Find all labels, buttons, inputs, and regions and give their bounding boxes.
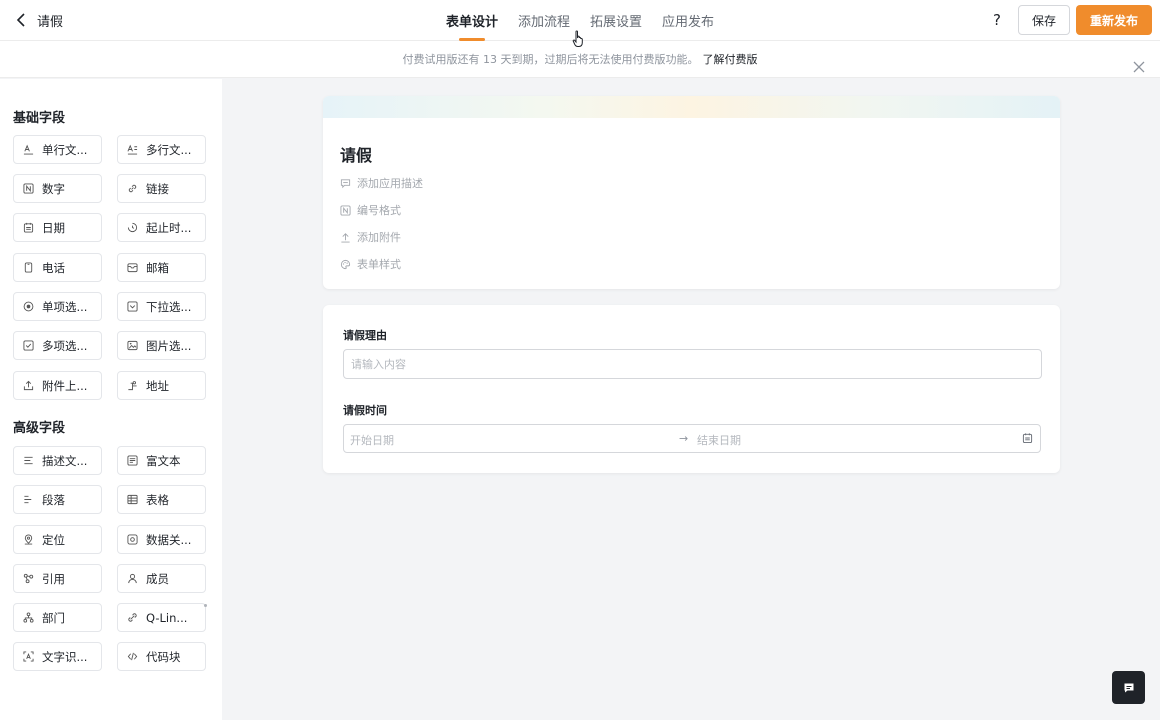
address-icon xyxy=(127,380,138,391)
field-description-text[interactable]: 描述文... xyxy=(13,446,102,475)
location-icon xyxy=(23,534,34,545)
field-table[interactable]: 表格 xyxy=(117,485,206,514)
form-style[interactable]: 表单样式 xyxy=(340,256,401,272)
mail-icon xyxy=(127,262,138,273)
field-multiple-choice[interactable]: 多项选... xyxy=(13,331,102,360)
chevron-left-icon xyxy=(16,13,25,27)
field-palette: 基础字段 单行文... 多行文... 数字 链接 日期 起止时... 电话 邮箱… xyxy=(0,79,222,720)
field-dropdown[interactable]: 下拉选... xyxy=(117,292,206,321)
help-button[interactable]: ? xyxy=(986,9,1008,31)
field-date[interactable]: 日期 xyxy=(13,213,102,242)
close-icon xyxy=(1133,61,1145,73)
field-reference[interactable]: 引用 xyxy=(13,564,102,593)
add-app-description[interactable]: 添加应用描述 xyxy=(340,175,423,191)
field-link[interactable]: 链接 xyxy=(117,174,206,203)
mouse-cursor xyxy=(572,30,586,52)
form-title[interactable]: 请假 xyxy=(340,142,372,166)
field-ocr[interactable]: 文字识... xyxy=(13,642,102,671)
palette-icon xyxy=(340,259,351,270)
leave-reason-input[interactable] xyxy=(343,349,1042,379)
field-email[interactable]: 邮箱 xyxy=(117,253,206,282)
leave-reason-label[interactable]: 请假理由 xyxy=(343,327,387,343)
tab-app-publish[interactable]: 应用发布 xyxy=(652,0,724,41)
field-code-block[interactable]: 代码块 xyxy=(117,642,206,671)
end-date-placeholder[interactable]: 结束日期 xyxy=(697,432,741,448)
description-icon xyxy=(23,455,34,466)
radio-icon xyxy=(23,301,34,312)
ocr-icon xyxy=(23,651,34,662)
field-member[interactable]: 成员 xyxy=(117,564,206,593)
field-department[interactable]: 部门 xyxy=(13,603,102,632)
basic-fields-title: 基础字段 xyxy=(13,111,66,126)
header-gradient-band xyxy=(323,96,1060,118)
field-multi-line-text[interactable]: 多行文... xyxy=(117,135,206,164)
reference-icon xyxy=(23,573,34,584)
tab-form-design[interactable]: 表单设计 xyxy=(436,0,508,41)
dropdown-icon xyxy=(127,301,138,312)
hand-pointer-icon xyxy=(572,30,583,47)
learn-paid-link[interactable]: 了解付费版 xyxy=(703,53,758,66)
image-icon xyxy=(127,340,138,351)
banner-text: 付费试用版还有 13 天到期，过期后将无法使用付费版功能。 xyxy=(402,53,699,66)
form-fields-card: 请假理由 请假时间 开始日期 → 结束日期 xyxy=(323,305,1060,473)
add-attachment[interactable]: 添加附件 xyxy=(340,229,401,245)
tab-extension-settings[interactable]: 拓展设置 xyxy=(580,0,652,41)
field-paragraph[interactable]: 段落 xyxy=(13,485,102,514)
paragraph-icon xyxy=(23,494,34,505)
qlink-icon xyxy=(127,612,138,623)
advanced-fields-title: 高级字段 xyxy=(13,421,66,436)
field-data-relation[interactable]: 数据关... xyxy=(117,525,206,554)
range-arrow: → xyxy=(679,432,689,445)
tab-add-process[interactable]: 添加流程 xyxy=(508,0,580,41)
comment-icon xyxy=(340,178,351,189)
back-button[interactable] xyxy=(10,8,32,32)
code-icon xyxy=(127,651,138,662)
field-attachment-upload[interactable]: 附件上... xyxy=(13,371,102,400)
banner-close-button[interactable] xyxy=(1132,52,1146,73)
multiline-text-icon xyxy=(127,144,138,155)
field-image-choice[interactable]: 图片选... xyxy=(117,331,206,360)
field-location[interactable]: 定位 xyxy=(13,525,102,554)
attachment-upload-icon xyxy=(340,232,351,243)
field-phone[interactable]: 电话 xyxy=(13,253,102,282)
republish-button[interactable]: 重新发布 xyxy=(1076,5,1152,35)
text-icon xyxy=(23,144,34,155)
form-header-card[interactable]: 请假 添加应用描述 编号格式 添加附件 表单样式 xyxy=(323,96,1060,289)
checkbox-icon xyxy=(23,340,34,351)
link-icon xyxy=(127,183,138,194)
leave-time-range-picker[interactable]: 开始日期 → 结束日期 xyxy=(343,424,1041,453)
field-address[interactable]: 地址 xyxy=(117,371,206,400)
field-time-range[interactable]: 起止时... xyxy=(117,213,206,242)
save-button[interactable]: 保存 xyxy=(1018,5,1070,35)
upload-icon xyxy=(23,380,34,391)
chat-bubble-icon xyxy=(1124,683,1133,692)
start-date-placeholder[interactable]: 开始日期 xyxy=(350,432,394,448)
field-rich-text[interactable]: 富文本 xyxy=(117,446,206,475)
field-q-linker[interactable]: Q-Lin... xyxy=(117,603,206,632)
member-icon xyxy=(127,573,138,584)
department-icon xyxy=(23,612,34,623)
calendar-icon xyxy=(23,222,34,233)
calendar-icon[interactable] xyxy=(1022,432,1033,447)
field-number[interactable]: 数字 xyxy=(13,174,102,203)
chat-support-button[interactable] xyxy=(1112,671,1145,704)
leave-time-label[interactable]: 请假时间 xyxy=(343,402,387,418)
field-single-line-text[interactable]: 单行文... xyxy=(13,135,102,164)
phone-icon xyxy=(23,262,34,273)
new-badge-dot xyxy=(204,604,207,607)
number-format-icon xyxy=(340,204,351,216)
rich-text-icon xyxy=(127,455,138,466)
field-single-choice[interactable]: 单项选... xyxy=(13,292,102,321)
data-link-icon xyxy=(127,534,138,545)
number-format[interactable]: 编号格式 xyxy=(340,202,401,218)
time-range-icon xyxy=(127,222,138,233)
number-icon xyxy=(23,183,34,194)
table-icon xyxy=(127,494,138,505)
app-title: 请假 xyxy=(37,15,64,30)
